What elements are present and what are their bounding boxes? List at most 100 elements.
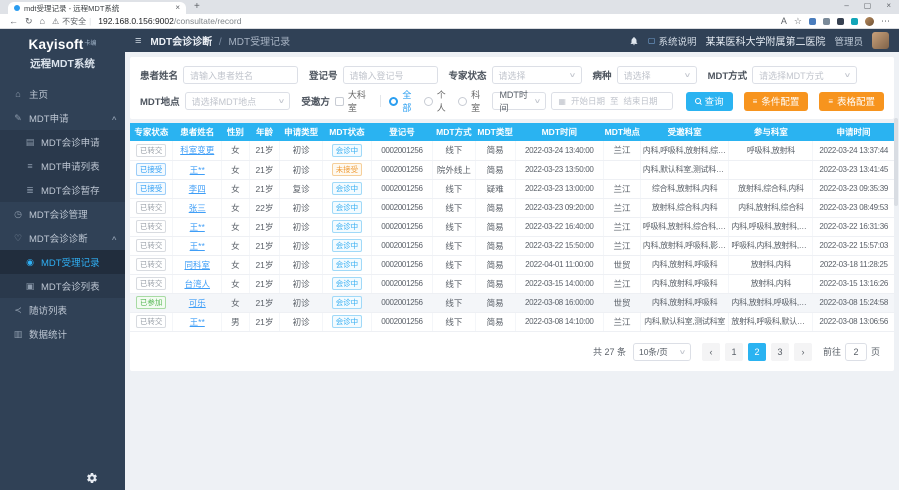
page-button-1[interactable]: 1: [725, 343, 743, 361]
security-chip[interactable]: ⚠ 不安全 |: [52, 16, 91, 27]
patient-name-link[interactable]: 同科室: [184, 260, 210, 270]
extension-icon[interactable]: [823, 18, 830, 25]
column-header[interactable]: 申请类型: [280, 123, 323, 141]
patient-name-link[interactable]: 王**: [190, 317, 205, 327]
sidebar-item[interactable]: ⌂主页: [0, 82, 125, 106]
extension-icon[interactable]: [809, 18, 816, 25]
sidebar-item[interactable]: ≣MDT会诊暂存: [0, 178, 125, 202]
patient-name-input[interactable]: 请输入患者姓名: [183, 66, 298, 84]
expert-status-select[interactable]: 请选择∨: [492, 66, 582, 84]
condition-config-button[interactable]: ≡条件配置: [744, 92, 809, 111]
patient-name-link[interactable]: 李四: [189, 184, 206, 194]
mdt-mode-select[interactable]: 请选择MDT方式∨: [752, 66, 857, 84]
register-no-input[interactable]: 请输入登记号: [343, 66, 438, 84]
table-config-button[interactable]: ≡表格配置: [819, 92, 884, 111]
content-area: 患者姓名 请输入患者姓名 登记号 请输入登记号 专家状态 请选择∨ 病种 请选择…: [125, 52, 899, 490]
extension-icon[interactable]: [851, 18, 858, 25]
search-button[interactable]: 查询: [686, 92, 733, 111]
goto-page-input[interactable]: 2: [845, 343, 867, 361]
read-aloud-icon[interactable]: A: [781, 16, 787, 26]
column-header[interactable]: MDT状态: [323, 123, 372, 141]
url-field[interactable]: 192.168.0.156:9002/consultate/record: [98, 16, 774, 26]
sidebar-item[interactable]: ◷MDT会诊管理: [0, 202, 125, 226]
refresh-icon[interactable]: ↻: [25, 16, 33, 27]
cell-expert: 已转交: [130, 312, 173, 331]
sidebar-item[interactable]: ◉MDT受理记录: [0, 250, 125, 274]
settings-gear-icon[interactable]: [86, 472, 98, 484]
column-header[interactable]: MDT地点: [604, 123, 641, 141]
date-end-placeholder: 结束日期: [624, 95, 658, 107]
cell-place: 兰江: [604, 141, 641, 160]
browser-tab[interactable]: mdt受理记录 - 远程MDT系统 ×: [8, 2, 186, 14]
cell-applied: 2022-03-08 15:24:58: [813, 293, 894, 312]
sidebar-item[interactable]: ≺随访列表: [0, 298, 125, 322]
sidebar-item[interactable]: ▥数据统计: [0, 322, 125, 346]
dept-checkbox[interactable]: [335, 97, 344, 106]
prev-page-button[interactable]: ‹: [702, 343, 720, 361]
window-minimize-button[interactable]: –: [844, 1, 848, 10]
patient-name-link[interactable]: 王**: [190, 165, 205, 175]
browser-profile-avatar[interactable]: [865, 17, 874, 26]
cell-expert: 已转交: [130, 141, 173, 160]
new-tab-button[interactable]: +: [194, 1, 200, 14]
patient-name-link[interactable]: 王**: [190, 222, 205, 232]
page-size-select[interactable]: 10条/页∨: [633, 343, 691, 361]
time-field-select[interactable]: MDT时间∨: [492, 92, 546, 110]
chevron-up-icon: ∧: [110, 115, 117, 122]
security-label: 不安全: [62, 16, 86, 27]
next-page-button[interactable]: ›: [794, 343, 812, 361]
sidebar-item[interactable]: ♡MDT会诊诊断∧: [0, 226, 125, 250]
patient-name-link[interactable]: 可乐: [189, 298, 206, 308]
bell-icon[interactable]: [629, 36, 639, 46]
column-header[interactable]: MDT类型: [475, 123, 515, 141]
cell-visit: 初诊: [280, 274, 323, 293]
home-icon[interactable]: ⌂: [40, 16, 45, 26]
cell-invited: 内科,默认科室,测试科室: [640, 312, 729, 331]
window-restore-button[interactable]: ▢: [864, 1, 872, 10]
column-header[interactable]: 患者姓名: [173, 123, 222, 141]
page-button-2[interactable]: 2: [748, 343, 766, 361]
column-header[interactable]: MDT时间: [515, 123, 604, 141]
mdt-status-badge: 会诊中: [332, 201, 363, 215]
scrollbar-thumb[interactable]: [894, 118, 898, 206]
window-close-button[interactable]: ×: [886, 1, 891, 10]
cell-sex: 女: [222, 160, 250, 179]
page-button-3[interactable]: 3: [771, 343, 789, 361]
sidebar-menu: ⌂主页✎MDT申请∧▤MDT会诊申请≡MDT申请列表≣MDT会诊暂存◷MDT会诊…: [0, 82, 125, 346]
tab-close-icon[interactable]: ×: [175, 4, 180, 12]
column-header[interactable]: MDT方式: [433, 123, 476, 141]
patient-name-link[interactable]: 台湾人: [184, 279, 210, 289]
browser-menu-icon[interactable]: ⋯: [881, 16, 890, 27]
column-header[interactable]: 受邀科室: [640, 123, 729, 141]
column-header[interactable]: 参与科室: [729, 123, 813, 141]
sidebar-item[interactable]: ≡MDT申请列表: [0, 154, 125, 178]
sidebar-item[interactable]: ▤MDT会诊申请: [0, 130, 125, 154]
mdt-place-select[interactable]: 请选择MDT地点∨: [185, 92, 291, 110]
cell-time: 2022-03-22 15:50:00: [515, 236, 604, 255]
disease-select[interactable]: 请选择∨: [617, 66, 697, 84]
patient-name-link[interactable]: 科室变更: [180, 145, 214, 155]
expert-status-badge: 已转交: [136, 277, 167, 291]
breadcrumb: MDT会诊诊断 / MDT受理记录: [150, 33, 290, 48]
radio-all[interactable]: [389, 97, 398, 106]
cell-status: 会诊中: [323, 141, 372, 160]
radio-dept[interactable]: [458, 97, 467, 106]
collapse-menu-icon[interactable]: ≡: [135, 35, 141, 47]
patient-name-link[interactable]: 王**: [190, 241, 205, 251]
extension-icon[interactable]: [837, 18, 844, 25]
system-doc-link[interactable]: ▢ 系统说明: [648, 34, 697, 48]
back-icon[interactable]: ←: [9, 16, 18, 26]
column-header[interactable]: 年龄: [249, 123, 280, 141]
column-header[interactable]: 申请时间: [813, 123, 894, 141]
radio-personal[interactable]: [424, 97, 433, 106]
user-avatar[interactable]: [872, 32, 889, 49]
date-range-picker[interactable]: ▦ 开始日期 至 结束日期: [551, 92, 672, 110]
patient-name-link[interactable]: 张三: [189, 203, 206, 213]
column-header[interactable]: 登记号: [371, 123, 432, 141]
column-header[interactable]: 专家状态: [130, 123, 173, 141]
favorites-star-icon[interactable]: ☆: [794, 16, 802, 27]
sidebar-item[interactable]: ▣MDT会诊列表: [0, 274, 125, 298]
cell-time: 2022-03-08 14:10:00: [515, 312, 604, 331]
sidebar-item[interactable]: ✎MDT申请∧: [0, 106, 125, 130]
column-header[interactable]: 性别: [222, 123, 250, 141]
